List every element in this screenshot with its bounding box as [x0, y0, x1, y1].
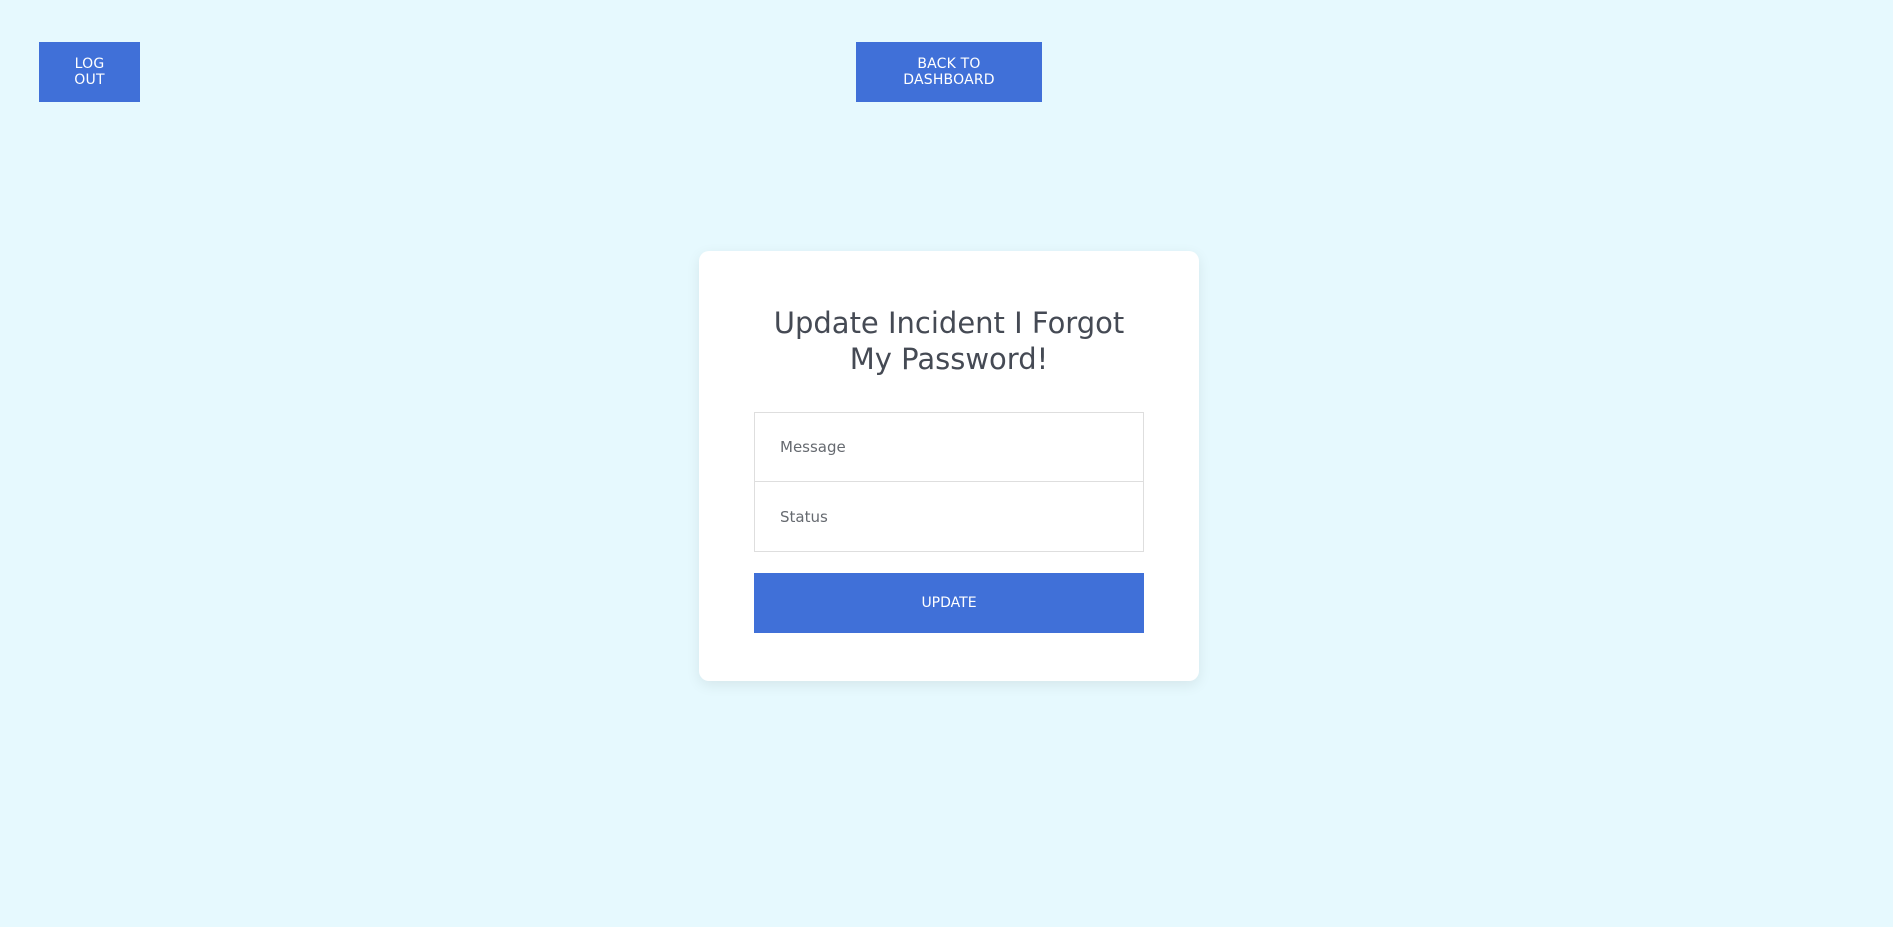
- back-to-dashboard-button[interactable]: BACK TO DASHBOARD: [856, 42, 1042, 102]
- update-button[interactable]: UPDATE: [754, 573, 1144, 633]
- message-input[interactable]: [754, 412, 1144, 482]
- update-incident-card: Update Incident I Forgot My Password! UP…: [699, 251, 1199, 681]
- logout-button[interactable]: LOG OUT: [39, 42, 140, 102]
- status-input[interactable]: [754, 482, 1144, 552]
- update-incident-form: UPDATE: [754, 412, 1144, 633]
- page-title: Update Incident I Forgot My Password!: [773, 306, 1125, 376]
- page: LOG OUT BACK TO DASHBOARD Update Inciden…: [0, 0, 1893, 927]
